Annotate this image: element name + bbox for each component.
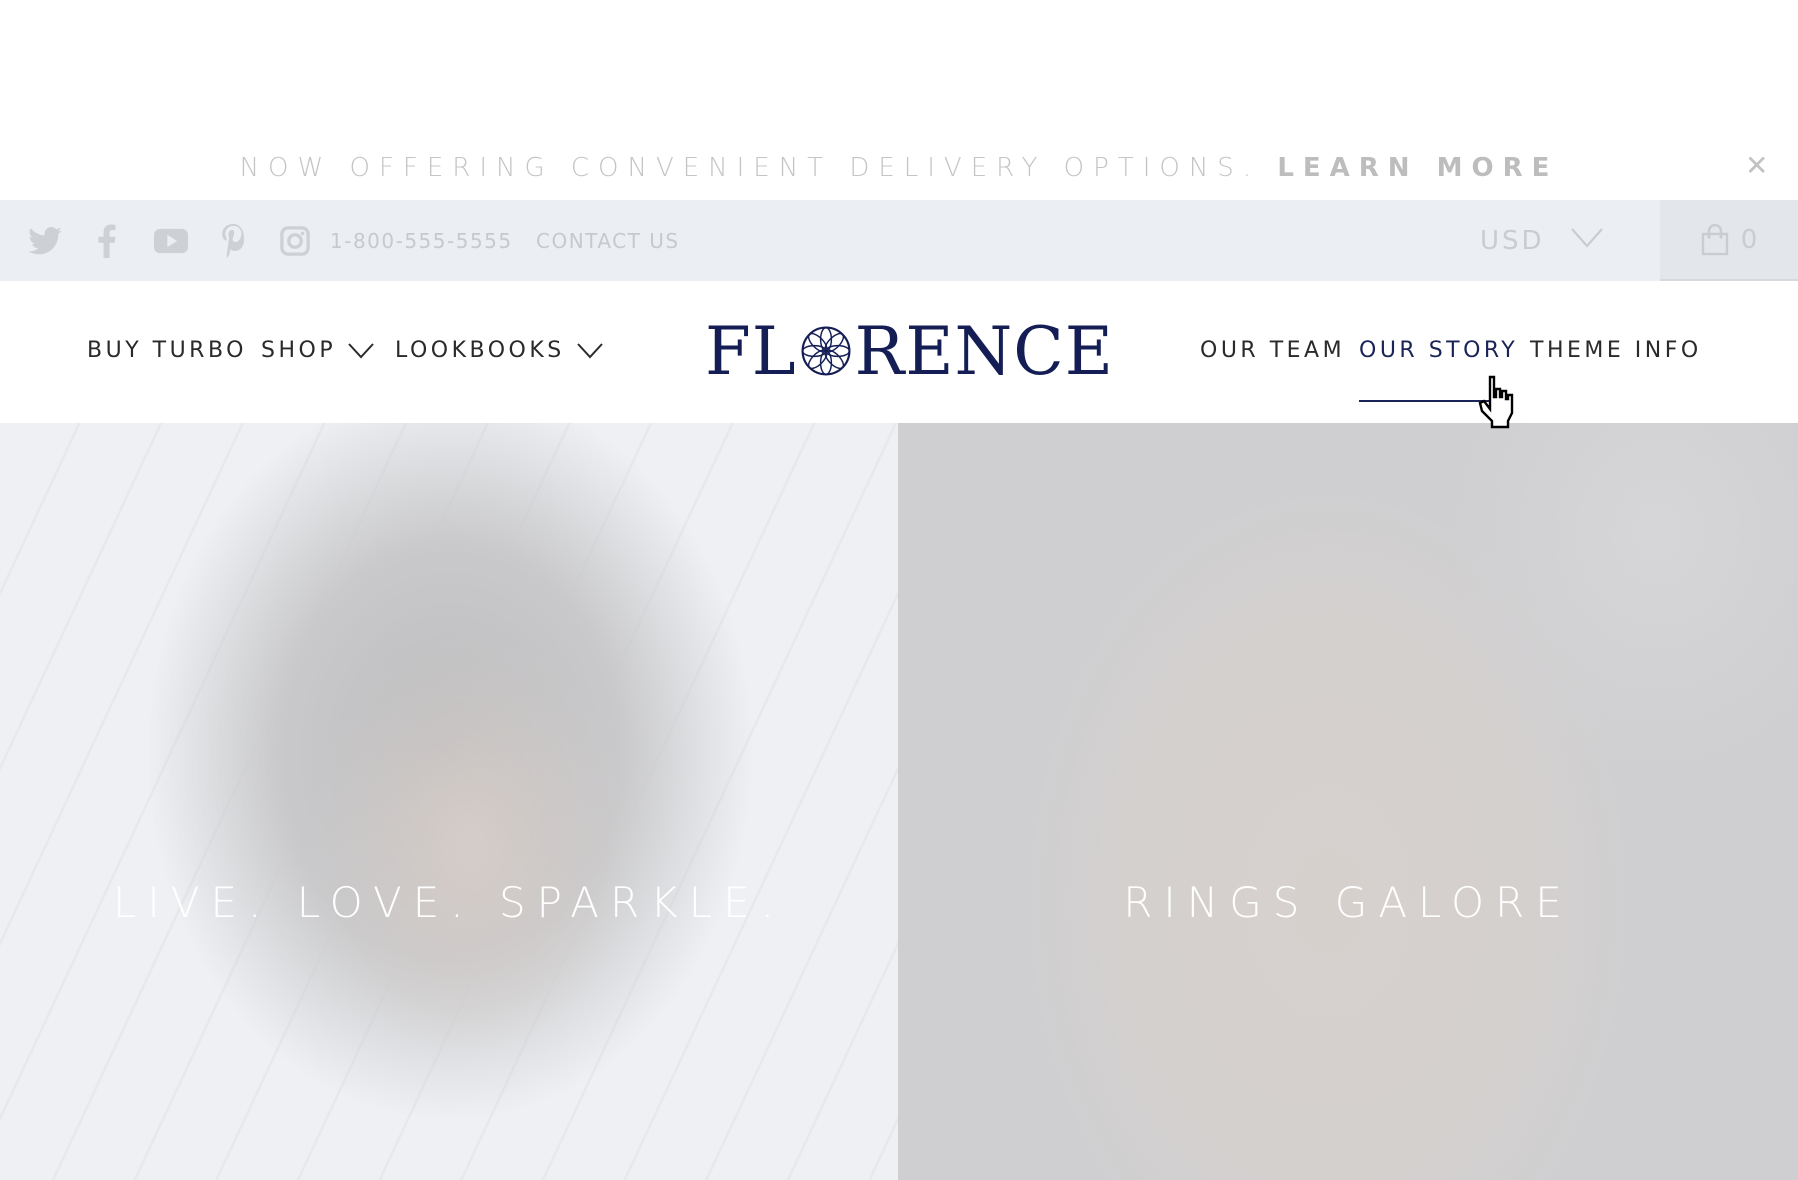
logo-text-right: RENCE xyxy=(854,312,1114,390)
cart-button[interactable]: 0 xyxy=(1660,200,1798,281)
chevron-down-icon xyxy=(348,342,374,358)
hero-title[interactable]: LIVE. LOVE. SPARKLE. xyxy=(0,878,898,927)
cart-count: 0 xyxy=(1740,224,1758,255)
contact-us-link[interactable]: CONTACT US xyxy=(536,229,680,253)
nav-label: OUR TEAM xyxy=(1200,338,1346,363)
twitter-icon[interactable] xyxy=(28,200,62,281)
currency-value: USD xyxy=(1480,225,1545,256)
hero-panel-live-love-sparkle[interactable]: LIVE. LOVE. SPARKLE. xyxy=(0,423,898,1180)
facebook-icon[interactable] xyxy=(98,200,116,281)
promo-bar: NOW OFFERING CONVENIENT DELIVERY OPTIONS… xyxy=(0,0,1798,200)
active-link-underline xyxy=(1359,400,1489,402)
pinterest-icon[interactable] xyxy=(220,200,246,281)
florence-logo[interactable]: FL RENCE xyxy=(705,313,1114,390)
nav-label: THEME INFO xyxy=(1530,338,1702,363)
nav-item-theme-info[interactable]: THEME INFO xyxy=(1530,338,1702,363)
instagram-icon[interactable] xyxy=(280,200,310,281)
close-icon[interactable]: ✕ xyxy=(1745,152,1768,180)
nav-label: LOOKBOOKS xyxy=(395,338,565,363)
phone-number[interactable]: 1-800-555-5555 xyxy=(330,229,513,253)
nav-item-our-story[interactable]: OUR STORY xyxy=(1359,338,1518,363)
flower-mandala-icon xyxy=(801,326,851,376)
learn-more-link[interactable]: LEARN MORE xyxy=(1277,153,1558,183)
shopping-bag-icon xyxy=(1701,223,1728,255)
youtube-icon[interactable] xyxy=(154,200,188,281)
chevron-down-icon xyxy=(1570,227,1603,248)
chevron-down-icon xyxy=(577,342,603,358)
hero-panel-rings-galore[interactable]: RINGS GALORE xyxy=(898,423,1798,1180)
promo-message: NOW OFFERING CONVENIENT DELIVERY OPTIONS… xyxy=(0,153,1798,183)
hero-title[interactable]: RINGS GALORE xyxy=(898,878,1798,927)
promo-text: NOW OFFERING CONVENIENT DELIVERY OPTIONS… xyxy=(239,153,1261,183)
nav-label: OUR STORY xyxy=(1359,338,1519,363)
nav-label: SHOP xyxy=(261,338,337,363)
nav-item-our-team[interactable]: OUR TEAM xyxy=(1200,338,1345,363)
logo-text-left: FL xyxy=(705,312,797,390)
currency-selector[interactable]: USD xyxy=(1480,200,1603,281)
nav-item-shop[interactable]: SHOP xyxy=(261,338,374,363)
hand-pointer-cursor-icon xyxy=(1478,375,1514,429)
nav-label: BUY TURBO xyxy=(87,338,247,363)
nav-item-buy-turbo[interactable]: BUY TURBO xyxy=(87,338,247,363)
nav-item-lookbooks[interactable]: LOOKBOOKS xyxy=(395,338,603,363)
